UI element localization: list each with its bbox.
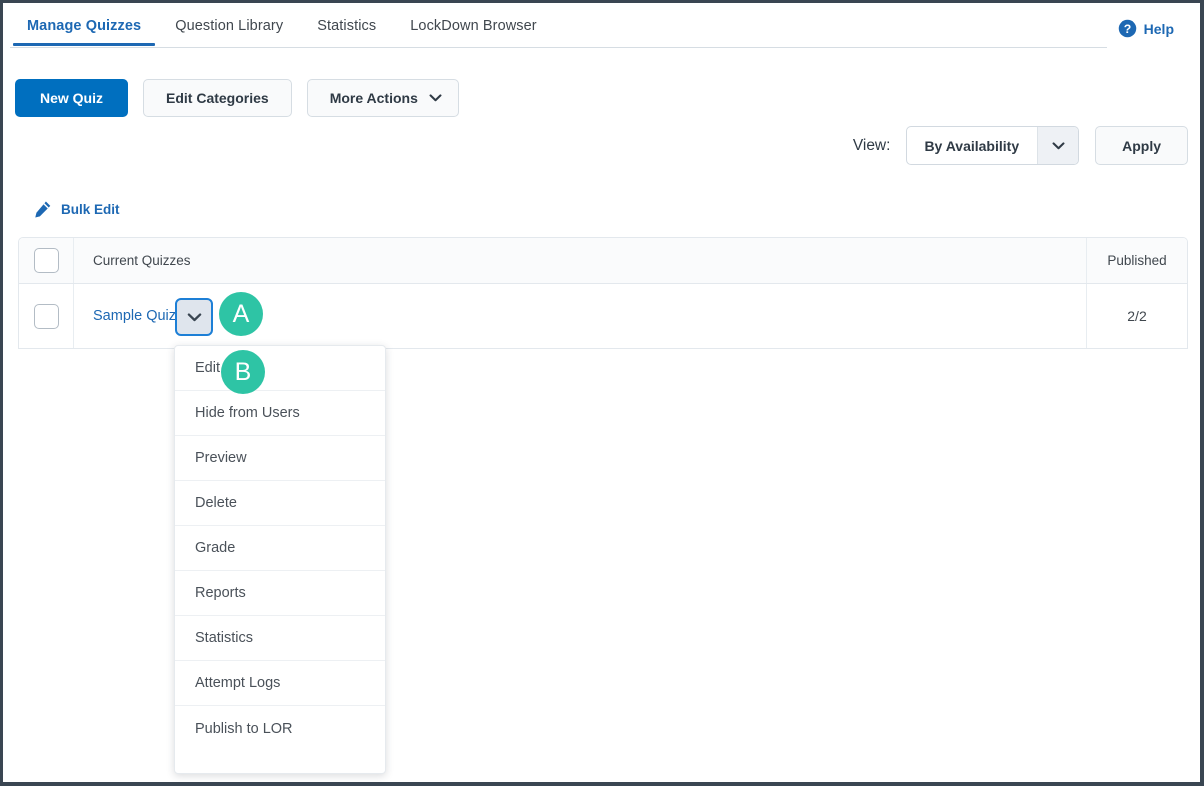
bulk-edit-label: Bulk Edit [61,202,120,217]
view-select-arrow[interactable] [1037,127,1079,164]
edit-categories-button[interactable]: Edit Categories [143,79,292,117]
top-navigation: Manage Quizzes Question Library Statisti… [3,3,1200,48]
tab-statistics[interactable]: Statistics [300,18,393,46]
quiz-name-link[interactable]: Sample Quiz [93,308,176,324]
context-menu-item-reports[interactable]: Reports [175,571,385,616]
more-actions-button[interactable]: More Actions [306,79,459,117]
column-header-name-label: Current Quizzes [93,253,191,268]
more-actions-label: More Actions [329,90,418,106]
context-menu-item-publish-to-lor[interactable]: Publish to LOR [175,706,385,751]
view-select-value: By Availability [924,137,1020,154]
context-menu-item-statistics[interactable]: Statistics [175,616,385,661]
nav-divider [10,47,1107,48]
context-menu-item-delete[interactable]: Delete [175,481,385,526]
context-menu-item-grade[interactable]: Grade [175,526,385,571]
new-quiz-button[interactable]: New Quiz [15,79,128,117]
help-label: Help [1143,20,1174,37]
view-label: View: [852,136,891,154]
column-header-published-label: Published [1107,253,1167,268]
help-link[interactable]: ? Help [1118,19,1174,38]
chevron-down-icon [1052,141,1065,149]
help-circle-icon: ? [1118,19,1136,38]
tab-lockdown-browser[interactable]: LockDown Browser [393,18,554,46]
chevron-down-icon [429,94,442,102]
published-value: 2/2 [1127,308,1147,324]
column-header-published: Published [1086,238,1187,283]
pencil-icon [35,201,51,218]
context-menu-item-hide-from-users[interactable]: Hide from Users [175,391,385,436]
quiz-context-menu-trigger[interactable] [175,298,213,336]
page-root: Manage Quizzes Question Library Statisti… [3,3,1200,782]
svg-text:?: ? [1123,22,1131,36]
bulk-edit-link[interactable]: Bulk Edit [33,200,120,219]
action-toolbar: New Quiz Edit Categories More Actions [15,79,459,117]
context-menu-item-preview[interactable]: Preview [175,436,385,481]
callout-badge-a: A [219,292,263,336]
column-header-name: Current Quizzes [74,238,1086,283]
row-select-cell [19,284,74,348]
context-menu-item-edit[interactable]: Edit [175,346,385,391]
view-controls: View: By Availability Apply [853,126,1188,165]
tab-question-library[interactable]: Question Library [158,18,300,46]
view-select[interactable]: By Availability [906,126,1080,165]
chevron-down-icon [187,312,201,321]
select-all-checkbox[interactable] [33,248,59,273]
context-menu-item-attempt-logs[interactable]: Attempt Logs [175,661,385,706]
quiz-context-menu: Edit Hide from Users Preview Delete Grad… [174,345,386,774]
apply-button[interactable]: Apply [1095,126,1188,165]
table-header-row: Current Quizzes Published [19,238,1187,284]
row-checkbox[interactable] [33,303,59,329]
row-published-cell: 2/2 [1086,284,1187,348]
screenshot-frame: Manage Quizzes Question Library Statisti… [0,0,1204,786]
tab-manage-quizzes[interactable]: Manage Quizzes [10,18,158,46]
nav-tab-list: Manage Quizzes Question Library Statisti… [3,3,554,46]
callout-badge-b: B [221,350,265,394]
select-all-cell [19,238,74,283]
